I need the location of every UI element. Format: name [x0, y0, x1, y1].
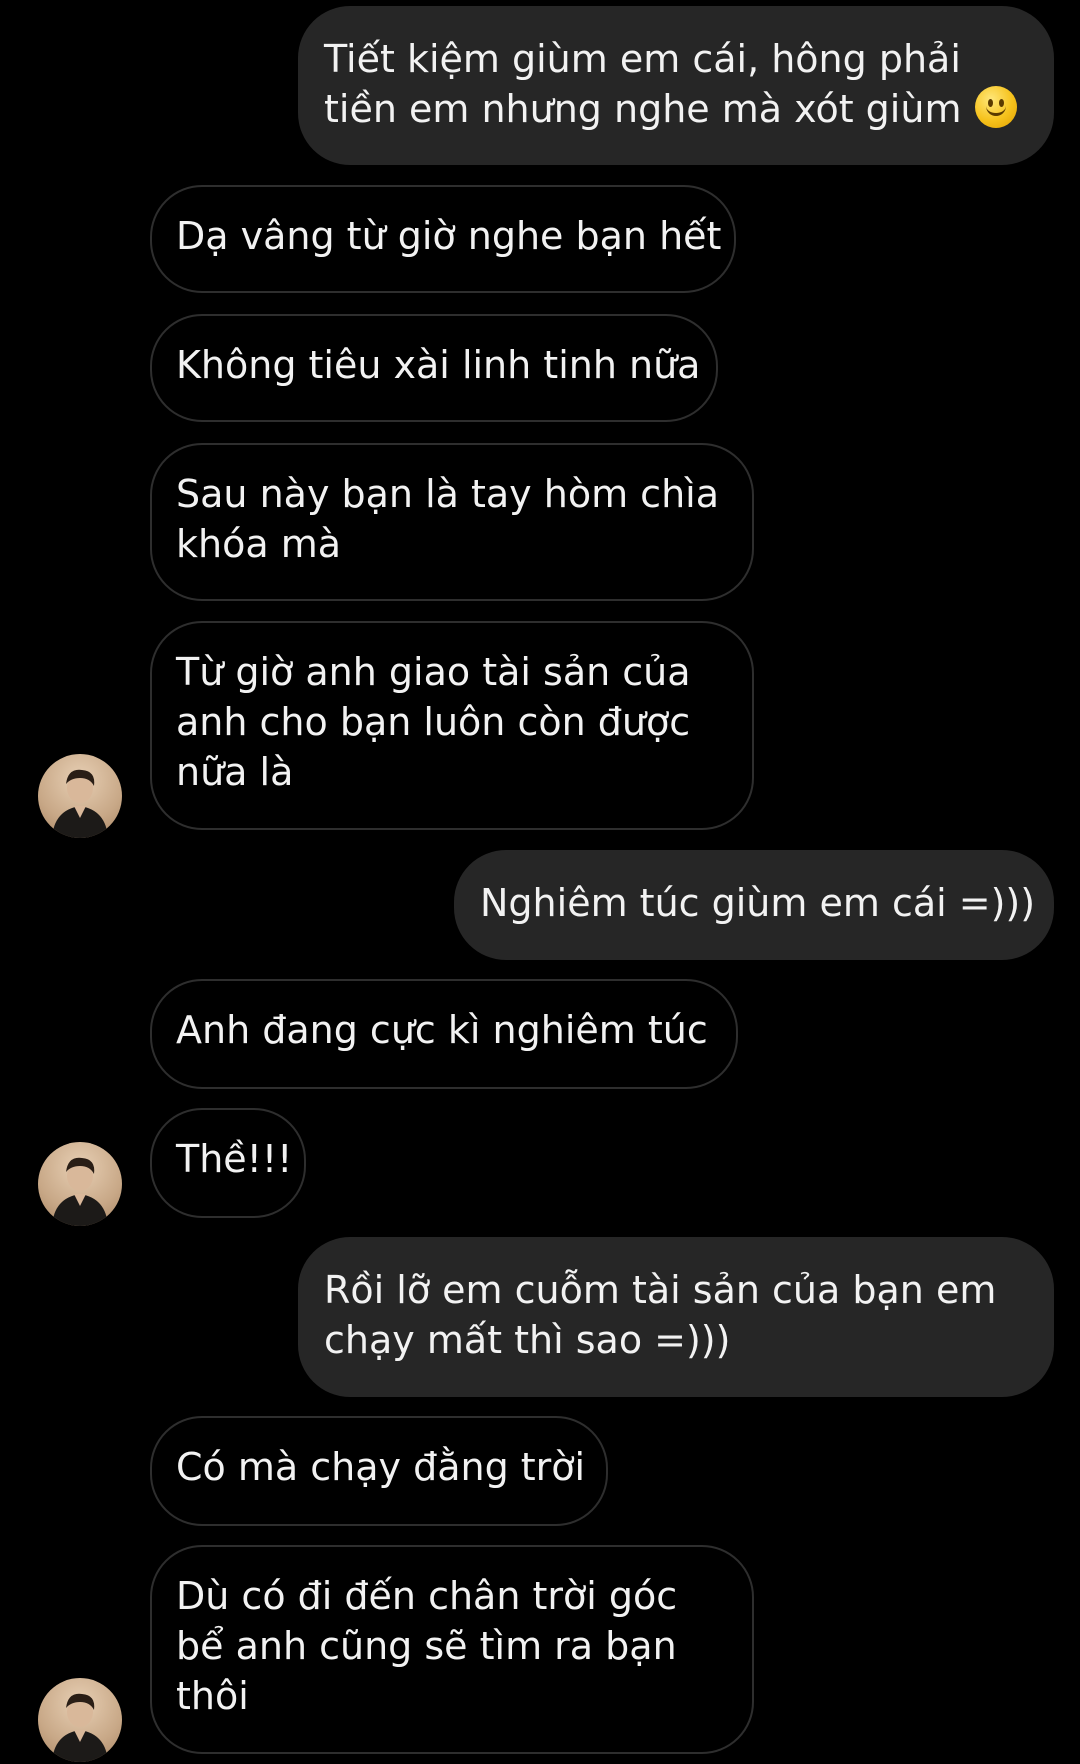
received-message-bubble[interactable]: Thề!!! [150, 1108, 306, 1218]
received-message-bubble[interactable]: Dù có đi đến chân trời góc bể anh cũng s… [150, 1545, 754, 1754]
message-text-line: khóa mà [176, 522, 342, 566]
message-text-line: Tiết kiệm giùm em cái, hông phải [324, 37, 961, 81]
message-text-line: Có mà chạy đằng trời [176, 1445, 586, 1489]
received-message-bubble[interactable]: Anh đang cực kì nghiêm túc [150, 979, 738, 1089]
message-text-line: tiền em nhưng nghe mà xót giùm [324, 87, 962, 131]
message-text-line: Không tiêu xài linh tinh nữa [176, 343, 701, 387]
received-message-bubble[interactable]: Từ giờ anh giao tài sản của anh cho bạn … [150, 621, 754, 830]
sent-message-bubble[interactable]: Tiết kiệm giùm em cái, hông phải tiền em… [298, 6, 1054, 165]
sent-message-bubble[interactable]: Nghiêm túc giùm em cái =))) [454, 850, 1054, 960]
message-text-line: Anh đang cực kì nghiêm túc [176, 1008, 708, 1052]
message-text-line: bể anh cũng sẽ tìm ra bạn [176, 1624, 677, 1668]
message-text-line: Nghiêm túc giùm em cái =))) [480, 881, 1036, 925]
message-text-line: Rồi lỡ em cuỗm tài sản của bạn em [324, 1268, 997, 1312]
message-thread: Tiết kiệm giùm em cái, hông phải tiền em… [0, 0, 1080, 1764]
contact-avatar[interactable] [38, 754, 122, 838]
sent-message-bubble[interactable]: Rồi lỡ em cuỗm tài sản của bạn em chạy m… [298, 1237, 1054, 1397]
person-icon [52, 1693, 108, 1762]
received-message-bubble[interactable]: Có mà chạy đằng trời [150, 1416, 608, 1526]
message-text-line: Thề!!! [176, 1137, 293, 1181]
person-icon [52, 1157, 108, 1226]
message-text-line: Dạ vâng từ giờ nghe bạn hết [176, 214, 722, 258]
received-message-bubble[interactable]: Dạ vâng từ giờ nghe bạn hết [150, 185, 736, 293]
message-text-line: thôi [176, 1674, 249, 1718]
contact-avatar[interactable] [38, 1678, 122, 1762]
message-text-line: chạy mất thì sao =))) [324, 1318, 731, 1362]
received-message-bubble[interactable]: Sau này bạn là tay hòm chìa khóa mà [150, 443, 754, 601]
received-message-bubble[interactable]: Không tiêu xài linh tinh nữa [150, 314, 718, 422]
contact-avatar[interactable] [38, 1142, 122, 1226]
message-text-line: Dù có đi đến chân trời góc [176, 1574, 678, 1618]
person-icon [52, 769, 108, 838]
message-text-line: anh cho bạn luôn còn được [176, 700, 691, 744]
message-text-line: Sau này bạn là tay hòm chìa [176, 472, 720, 516]
message-text-line: Từ giờ anh giao tài sản của [176, 650, 691, 694]
slightly-smiling-face-icon [975, 86, 1018, 128]
message-text-line: nữa là [176, 750, 294, 794]
